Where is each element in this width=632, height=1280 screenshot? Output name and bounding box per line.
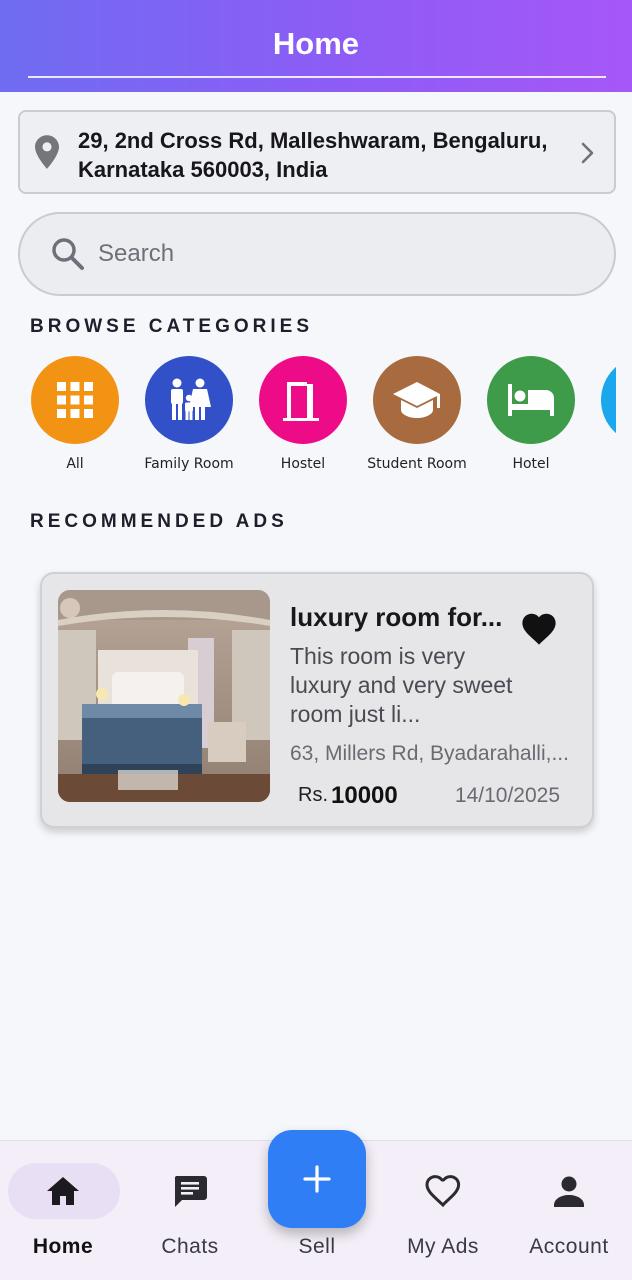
room-photo bbox=[58, 590, 270, 802]
heart-outline-icon bbox=[425, 1175, 461, 1208]
category-label: Hotel bbox=[512, 456, 550, 472]
nav-label-my-ads: My Ads bbox=[407, 1235, 479, 1258]
app-header: Home bbox=[0, 0, 632, 92]
category-student-room[interactable]: Student Room bbox=[360, 356, 474, 472]
category-list[interactable]: All Family Room Hostel Student Room Hote… bbox=[0, 356, 616, 486]
graduation-cap-icon bbox=[393, 382, 440, 418]
ad-location: 63, Millers Rd, Byadarahalli,... bbox=[290, 742, 569, 765]
recommended-ads-title: RECOMMENDED ADS bbox=[30, 511, 288, 532]
page-title: Home bbox=[272, 26, 360, 61]
category-hostel-circle bbox=[259, 356, 347, 444]
category-family-room-circle bbox=[145, 356, 233, 444]
grid-icon bbox=[57, 382, 93, 418]
ad-description: This room is very luxury and very sweet … bbox=[290, 643, 513, 727]
category-hostel[interactable]: Hostel bbox=[246, 356, 360, 472]
category-more-circle bbox=[601, 356, 616, 444]
category-hotel-circle bbox=[487, 356, 575, 444]
search-input[interactable] bbox=[98, 234, 578, 274]
nav-home[interactable]: Home bbox=[0, 1141, 126, 1280]
person-icon bbox=[554, 1176, 584, 1207]
ad-price-currency: Rs. bbox=[298, 784, 328, 806]
door-icon bbox=[283, 382, 319, 421]
home-icon bbox=[47, 1177, 79, 1205]
nav-label-chats: Chats bbox=[161, 1235, 219, 1258]
category-label: Family Room bbox=[144, 456, 234, 472]
category-family-room[interactable]: Family Room bbox=[132, 356, 246, 472]
ad-card[interactable]: luxury room for... This room is very lux… bbox=[40, 572, 594, 828]
search-icon bbox=[52, 238, 84, 270]
category-all[interactable]: All bbox=[18, 356, 132, 472]
location-pin-icon bbox=[35, 135, 59, 169]
bed-icon bbox=[508, 384, 554, 416]
search-bar[interactable] bbox=[18, 212, 616, 296]
category-student-room-circle bbox=[373, 356, 461, 444]
sell-fab-button[interactable] bbox=[268, 1130, 366, 1228]
heart-filled-icon[interactable] bbox=[520, 610, 558, 646]
nav-label-sell: Sell bbox=[298, 1235, 336, 1258]
header-divider bbox=[28, 76, 606, 78]
chat-icon bbox=[174, 1176, 207, 1207]
ad-date: 14/10/2025 bbox=[454, 784, 560, 807]
category-label: Student Room bbox=[367, 456, 467, 472]
nav-my-ads[interactable]: My Ads bbox=[380, 1141, 506, 1280]
nav-label-home: Home bbox=[32, 1235, 94, 1258]
category-hotel[interactable]: Hotel bbox=[474, 356, 588, 472]
chevron-right-icon bbox=[581, 142, 594, 164]
category-all-circle bbox=[31, 356, 119, 444]
plus-icon bbox=[303, 1165, 331, 1193]
category-label: Hostel bbox=[280, 456, 326, 472]
browse-categories-title: BROWSE CATEGORIES bbox=[30, 316, 313, 337]
family-icon bbox=[171, 378, 211, 420]
location-selector[interactable]: 29, 2nd Cross Rd, Malleshwaram, Bengalur… bbox=[18, 110, 616, 194]
ad-image bbox=[58, 590, 270, 802]
location-address: 29, 2nd Cross Rd, Malleshwaram, Bengalur… bbox=[78, 128, 548, 182]
nav-chats[interactable]: Chats bbox=[127, 1141, 253, 1280]
ad-price: 10000 bbox=[331, 782, 398, 809]
nav-label-account: Account bbox=[529, 1235, 609, 1258]
ad-title: luxury room for... bbox=[290, 602, 503, 632]
category-label: All bbox=[66, 456, 84, 472]
nav-account[interactable]: Account bbox=[506, 1141, 632, 1280]
category-more[interactable] bbox=[588, 356, 616, 456]
